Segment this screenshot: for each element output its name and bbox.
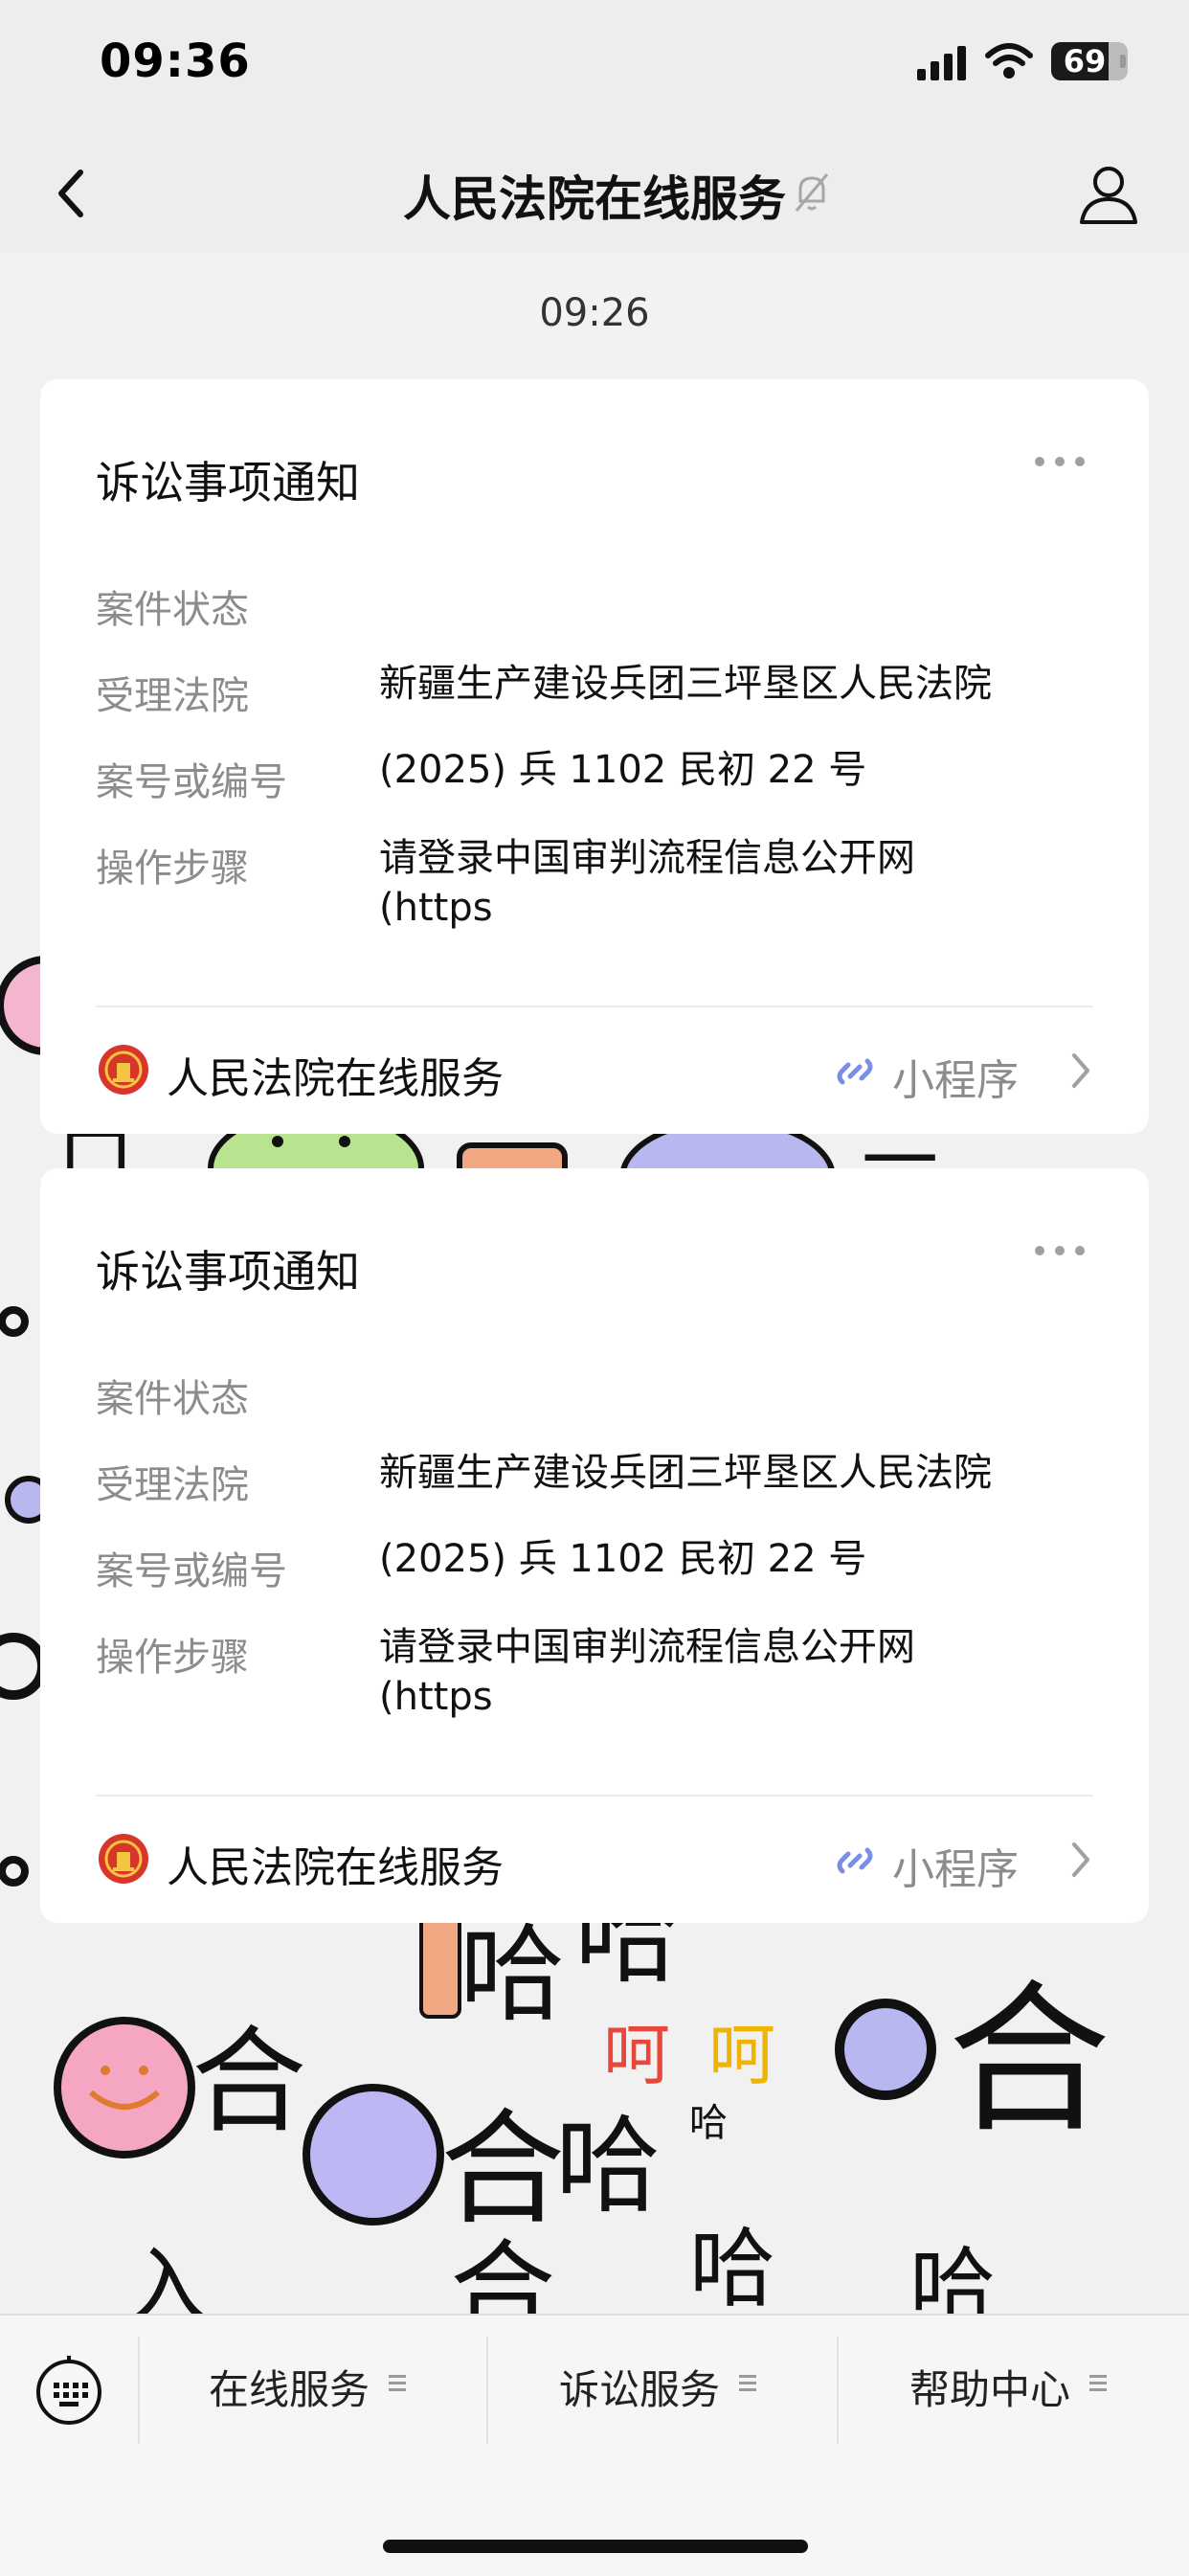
mini-program-label: 小程序 (892, 1845, 1019, 1894)
svg-text:呵: 呵 (603, 2016, 670, 2094)
card-divider (96, 1795, 1093, 1796)
chevron-right-icon (1072, 1053, 1089, 1088)
row-label-case-status: 案件状态 (96, 1377, 249, 1421)
battery-indicator: 69 (1051, 42, 1128, 80)
bell-off-icon (795, 173, 829, 212)
row-label-case-number: 案号或编号 (96, 760, 287, 804)
svg-text:哈: 哈 (460, 1913, 565, 2036)
mini-program-label: 小程序 (892, 1056, 1019, 1105)
chevron-right-icon (1072, 1842, 1089, 1877)
row-value-case-number: (2025) 兵 1102 民初 22 号 (379, 748, 867, 792)
svg-text:哈: 哈 (689, 2101, 728, 2145)
cellular-signal-icon (917, 46, 966, 80)
svg-text:哈: 哈 (555, 2105, 661, 2227)
row-label-steps: 操作步骤 (96, 847, 249, 891)
row-label-case-status: 案件状态 (96, 588, 249, 632)
card-title: 诉讼事项通知 (96, 1246, 360, 1298)
wifi-icon (985, 43, 1033, 79)
menu-separator (486, 2337, 488, 2444)
notification-card[interactable]: 诉讼事项通知 案件状态 受理法院 新疆生产建设兵团三坪垦区人民法院 案号或编号 … (40, 379, 1149, 1134)
row-label-case-number: 案号或编号 (96, 1549, 287, 1593)
home-indicator[interactable] (383, 2540, 808, 2553)
service-name: 人民法院在线服务 (167, 1054, 504, 1103)
menu-lines-icon (1089, 2375, 1107, 2391)
menu-lines-icon (739, 2375, 756, 2391)
row-value-steps: 请登录中国审判流程信息公开网 (https (379, 836, 915, 930)
row-value-case-number: (2025) 兵 1102 民初 22 号 (379, 1537, 867, 1581)
court-emblem-icon (99, 1045, 148, 1095)
mini-program-link-icon (837, 1058, 873, 1085)
svg-text:合: 合 (948, 1966, 1110, 2156)
row-label-court: 受理法院 (96, 1463, 249, 1507)
mini-program-link-icon (837, 1847, 873, 1874)
svg-text:哈: 哈 (689, 2219, 775, 2319)
bottom-menu-bar: 在线服务 诉讼服务 帮助中心 (0, 2314, 1189, 2576)
page-title: 人民法院在线服务 (403, 171, 786, 227)
row-value-steps: 请登录中国审判流程信息公开网 (https (379, 1625, 915, 1719)
battery-nub (1120, 55, 1126, 68)
row-value-court: 新疆生产建设兵团三坪垦区人民法院 (379, 662, 992, 706)
chat-header: 人民法院在线服务 (0, 134, 1189, 253)
row-value-court: 新疆生产建设兵团三坪垦区人民法院 (379, 1451, 992, 1495)
keyboard-icon[interactable] (34, 2356, 103, 2425)
menu-lines-icon (389, 2375, 406, 2391)
svg-text:呵: 呵 (708, 2016, 775, 2094)
menu-help-center[interactable]: 帮助中心 (909, 2356, 1070, 2425)
menu-separator (138, 2337, 140, 2444)
menu-separator (837, 2337, 839, 2444)
svg-text:合: 合 (191, 2016, 306, 2149)
court-emblem-icon (99, 1834, 148, 1884)
svg-text:合: 合 (440, 2096, 565, 2242)
menu-online-service[interactable]: 在线服务 (209, 2356, 370, 2425)
row-label-steps: 操作步骤 (96, 1636, 249, 1680)
card-divider (96, 1006, 1093, 1007)
status-time: 09:36 (100, 34, 251, 88)
profile-button[interactable] (1072, 157, 1145, 230)
service-name: 人民法院在线服务 (167, 1843, 504, 1892)
row-label-court: 受理法院 (96, 674, 249, 718)
notification-card[interactable]: 诉讼事项通知 案件状态 受理法院 新疆生产建设兵团三坪垦区人民法院 案号或编号 … (40, 1168, 1149, 1923)
ellipsis-icon[interactable] (1032, 452, 1088, 471)
status-bar: 09:36 69 (0, 0, 1189, 134)
ellipsis-icon[interactable] (1032, 1241, 1088, 1260)
card-title: 诉讼事项通知 (96, 457, 360, 508)
message-timestamp: 09:26 (525, 283, 664, 343)
menu-litigation-service[interactable]: 诉讼服务 (559, 2356, 720, 2425)
